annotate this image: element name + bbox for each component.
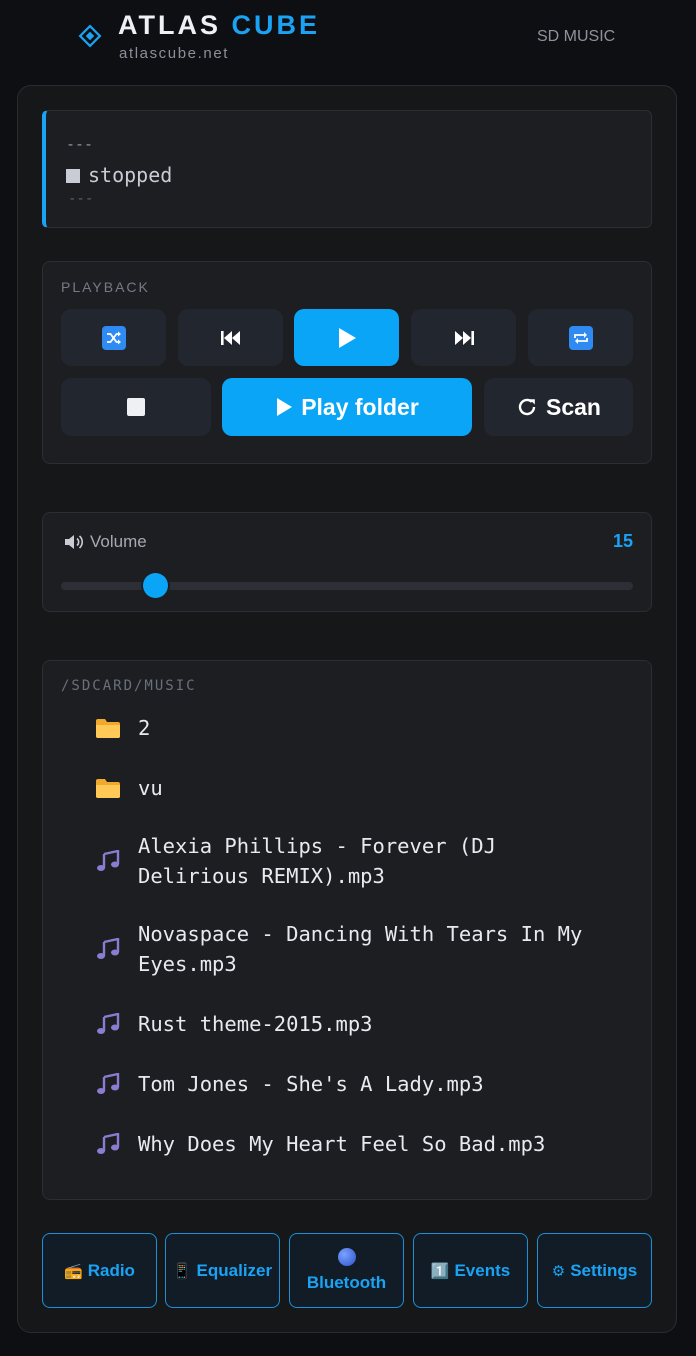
volume-panel: Volume 15 — [42, 512, 652, 612]
folder-name: vu — [138, 776, 163, 800]
shuffle-button[interactable] — [61, 309, 166, 366]
music-note-icon — [95, 1132, 121, 1155]
repeat-icon — [568, 325, 593, 350]
play-icon — [338, 327, 356, 348]
stop-button[interactable] — [61, 378, 211, 436]
music-note-icon — [95, 1012, 121, 1035]
music-note-icon — [95, 1072, 121, 1095]
track-name: Rust theme-2015.mp3 — [138, 1012, 373, 1036]
brand-word-cube: CUBE — [231, 10, 321, 40]
skip-next-icon — [454, 330, 474, 345]
stop-icon — [127, 398, 145, 416]
track-item[interactable]: Rust theme-2015.mp3 — [95, 1009, 635, 1039]
play-folder-button[interactable]: Play folder — [222, 378, 472, 436]
nav-bluetooth-button[interactable]: Bluetooth — [289, 1233, 404, 1308]
brand-domain: atlascube.net — [119, 45, 230, 62]
brand-title: ATLAS CUBE — [118, 10, 320, 41]
folder-item[interactable]: vu — [95, 773, 635, 803]
repeat-button[interactable] — [528, 309, 633, 366]
track-item[interactable]: Tom Jones - She's A Lady.mp3 — [95, 1069, 635, 1099]
app-header: ATLAS CUBE atlascube.net SD MUSIC — [0, 0, 696, 80]
gear-icon: ⚙ — [551, 1262, 566, 1280]
section-label: SD MUSIC — [537, 28, 616, 45]
nav-settings-label: Settings — [570, 1260, 638, 1280]
volume-value: 15 — [612, 531, 633, 551]
keycap-one-icon: 1️⃣ — [430, 1262, 450, 1280]
track-name: Tom Jones - She's A Lady.mp3 — [138, 1072, 484, 1096]
main-card: --- stopped --- PLAYBACK Play folder Sca… — [17, 85, 677, 1333]
speaker-icon — [65, 535, 84, 549]
track-info-line: --- — [68, 191, 94, 207]
nav-settings-button[interactable]: ⚙ Settings — [537, 1233, 652, 1308]
volume-label: Volume — [90, 532, 147, 551]
track-item[interactable]: Novaspace - Dancing With Tears In My Eye… — [95, 919, 635, 979]
stop-state-icon — [66, 169, 80, 183]
folder-name: 2 — [138, 716, 151, 740]
track-name: Alexia Phillips - Forever (DJ Delirious … — [138, 834, 496, 888]
play-folder-label: Play folder — [301, 393, 419, 420]
nav-events-label: Events — [454, 1260, 511, 1280]
folder-item[interactable]: 2 — [95, 713, 635, 743]
shuffle-icon — [101, 325, 126, 350]
scan-label: Scan — [546, 393, 601, 420]
file-browser-panel: /SDCARD/MUSIC 2 vu Alexia Phillips - Forev… — [42, 660, 652, 1200]
mobile-phone-icon: 📱 — [172, 1262, 192, 1280]
playback-title: PLAYBACK — [61, 279, 150, 295]
now-playing-panel: --- stopped --- — [42, 110, 652, 228]
previous-track-button[interactable] — [178, 309, 283, 366]
playback-panel: PLAYBACK Play folder Scan — [42, 261, 652, 464]
blue-circle-icon — [337, 1248, 356, 1266]
brand-word-atlas: ATLAS — [118, 10, 221, 40]
radio-icon: 📻 — [64, 1262, 83, 1280]
skip-previous-icon — [220, 330, 240, 345]
folder-icon — [95, 717, 121, 739]
refresh-icon — [518, 398, 536, 416]
track-name: Novaspace - Dancing With Tears In My Eye… — [138, 922, 583, 976]
nav-events-button[interactable]: 1️⃣ Events — [413, 1233, 528, 1308]
next-track-button[interactable] — [411, 309, 516, 366]
music-note-icon — [95, 849, 121, 872]
play-icon — [277, 398, 293, 416]
current-path: /SDCARD/MUSIC — [61, 678, 197, 694]
play-button[interactable] — [294, 309, 399, 366]
track-name: Why Does My Heart Feel So Bad.mp3 — [138, 1132, 546, 1156]
track-title-line: --- — [66, 135, 94, 153]
playback-state: stopped — [66, 163, 172, 187]
folder-icon — [95, 777, 121, 799]
track-item[interactable]: Why Does My Heart Feel So Bad.mp3 — [95, 1129, 635, 1159]
volume-slider-thumb[interactable] — [142, 573, 168, 598]
diamond-logo-icon — [78, 24, 102, 48]
music-note-icon — [95, 937, 121, 960]
playback-state-text: stopped — [88, 163, 173, 187]
track-item[interactable]: Alexia Phillips - Forever (DJ Delirious … — [95, 831, 635, 891]
nav-equalizer-label: Equalizer — [196, 1260, 273, 1280]
nav-bluetooth-label: Bluetooth — [306, 1273, 387, 1292]
nav-radio-label: Radio — [87, 1260, 135, 1280]
nav-equalizer-button[interactable]: 📱 Equalizer — [165, 1233, 280, 1308]
scan-button[interactable]: Scan — [484, 378, 633, 436]
nav-radio-button[interactable]: 📻 Radio — [42, 1233, 157, 1308]
